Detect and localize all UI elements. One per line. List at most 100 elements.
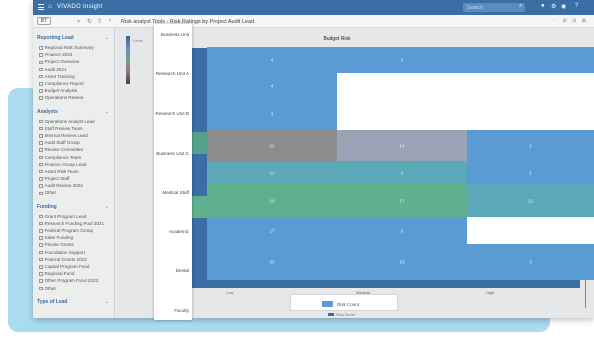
heatmap-cell[interactable]: 3 xyxy=(467,244,594,280)
sidebar-section-header[interactable]: Analysts ⌄ xyxy=(33,106,114,118)
heatmap-cell[interactable]: 22 xyxy=(207,130,337,161)
sidebar-checkbox-item[interactable]: Regional Fund xyxy=(33,270,114,277)
sidebar-checkbox-item[interactable]: Foundation Support xyxy=(33,249,114,256)
checkbox[interactable] xyxy=(39,250,43,255)
refresh-icon[interactable]: ↻ xyxy=(87,18,92,25)
checkbox[interactable] xyxy=(39,162,43,167)
sidebar-checkbox-item[interactable]: Project Overview xyxy=(33,58,114,65)
menu-icon[interactable] xyxy=(38,4,44,10)
sidebar-checkbox-item[interactable]: Grant Program Lead xyxy=(33,213,114,220)
sidebar-checkbox-item[interactable]: Other xyxy=(33,284,114,291)
checkbox[interactable] xyxy=(39,46,43,50)
heatmap-cell[interactable]: 2 xyxy=(467,130,594,161)
sidebar-checkbox-item[interactable]: Finance Group Lead xyxy=(33,161,114,168)
sidebar-checkbox-item[interactable]: Regional Risk Summary xyxy=(33,44,114,51)
sidebar-checkbox-item[interactable]: Capital Program Fund xyxy=(33,263,114,270)
sidebar-checkbox-item[interactable]: Audit 2021 xyxy=(33,66,114,73)
heatmap-cell[interactable]: 2 xyxy=(337,47,467,73)
checkbox[interactable] xyxy=(39,229,43,233)
sidebar-checkbox-item[interactable]: Research Funding Pool 2021 xyxy=(33,220,114,227)
chevron-down-icon[interactable]: ⌄ xyxy=(105,109,109,115)
search-icon[interactable]: ⌕ xyxy=(519,3,522,10)
sidebar-checkbox-item[interactable]: Audit Staff Group xyxy=(33,139,114,146)
checkbox[interactable] xyxy=(39,214,43,219)
help-icon[interactable]: ? xyxy=(575,3,578,9)
heatmap-cell[interactable]: 4 xyxy=(207,73,337,98)
heatmap-cell[interactable]: 1 xyxy=(467,161,594,184)
heatmap-cell[interactable]: 4 xyxy=(207,47,337,73)
heatmap-cell[interactable] xyxy=(467,217,594,244)
heatmap-cell[interactable]: 14 xyxy=(337,130,467,161)
checkbox[interactable] xyxy=(39,169,43,174)
checkbox[interactable] xyxy=(39,141,43,145)
sidebar-checkbox-item[interactable]: Compliance Report xyxy=(33,80,114,87)
sidebar-checkbox-item[interactable]: Review Committee xyxy=(33,146,114,153)
checkbox[interactable] xyxy=(39,119,43,124)
heatmap-cell[interactable]: 8 xyxy=(337,217,467,244)
heatmap-cell[interactable] xyxy=(467,73,594,98)
sidebar-section-header[interactable]: Funding ⌄ xyxy=(33,201,114,213)
checkbox[interactable] xyxy=(39,60,43,64)
checkbox[interactable] xyxy=(39,89,43,93)
sidebar-checkbox-item[interactable]: Budget Analysis xyxy=(33,87,114,94)
chevron-down-icon[interactable]: ⌄ xyxy=(105,204,109,210)
checkbox[interactable] xyxy=(39,184,43,188)
sidebar-checkbox-item[interactable]: Private Grants xyxy=(33,241,114,248)
sidebar-section-header[interactable]: Reporting Lead ⌄ xyxy=(33,32,114,44)
checkbox[interactable] xyxy=(39,272,43,276)
sidebar-checkbox-item[interactable]: Internal Review Lead xyxy=(33,132,114,139)
sidebar-checkbox-item[interactable]: Audit Review 2022 xyxy=(33,182,114,189)
sidebar-checkbox-item[interactable]: State Funding xyxy=(33,234,114,241)
heatmap-cell[interactable]: 11 xyxy=(207,161,337,184)
checkbox[interactable] xyxy=(39,126,43,131)
checkbox[interactable] xyxy=(39,177,43,181)
checkbox[interactable] xyxy=(39,236,43,240)
heatmap-cell[interactable]: 17 xyxy=(207,217,337,244)
heatmap-cell[interactable]: 23 xyxy=(337,244,467,280)
user-icon[interactable]: ● xyxy=(541,3,545,9)
chevron-down-icon[interactable]: ⌄ xyxy=(105,299,109,305)
sidebar-checkbox-item[interactable]: Finance 2022 xyxy=(33,51,114,58)
checkbox[interactable] xyxy=(39,148,43,152)
checkbox[interactable] xyxy=(39,191,43,195)
heatmap-cell[interactable]: 20 xyxy=(207,184,337,217)
sidebar-checkbox-item[interactable]: Asset Tracking xyxy=(33,73,114,80)
filter-icon[interactable]: ▿ xyxy=(77,18,80,25)
checkbox[interactable] xyxy=(39,279,43,283)
export-icon[interactable]: ⇪ xyxy=(97,18,102,25)
checkbox[interactable] xyxy=(39,221,43,226)
checkbox[interactable] xyxy=(39,134,43,138)
sidebar-checkbox-item[interactable]: Operations Review xyxy=(33,94,114,101)
heatmap-cell[interactable]: 5 xyxy=(337,161,467,184)
heatmap-cell[interactable] xyxy=(337,98,467,130)
home-icon[interactable]: ⌂ xyxy=(48,3,52,10)
heatmap-cell[interactable]: 3 xyxy=(207,98,337,130)
heatmap-cell[interactable]: 33 xyxy=(207,244,337,280)
back-button[interactable]: BT xyxy=(37,17,51,25)
checkbox[interactable] xyxy=(39,265,43,269)
heatmap-cell[interactable] xyxy=(337,73,467,98)
sidebar-checkbox-item[interactable]: Federal Grants 2022 xyxy=(33,256,114,263)
sidebar-checkbox-item[interactable]: Other Program Fund 2023 xyxy=(33,277,114,284)
checkbox[interactable] xyxy=(39,53,43,57)
sidebar-checkbox-item[interactable]: Project Staff xyxy=(33,175,114,182)
checkbox[interactable] xyxy=(39,257,43,262)
bell-icon[interactable]: ◉ xyxy=(561,3,566,10)
search-input[interactable]: Search xyxy=(463,3,525,12)
sidebar-checkbox-item[interactable]: Compliance Team xyxy=(33,153,114,160)
heatmap-cell[interactable]: 17 xyxy=(337,184,467,217)
checkbox[interactable] xyxy=(39,286,43,291)
checkbox[interactable] xyxy=(39,243,43,247)
collapse-icon[interactable]: ‹ xyxy=(109,18,111,24)
sidebar-checkbox-item[interactable]: Operations Analyst Lead xyxy=(33,118,114,125)
sidebar-checkbox-item[interactable]: Other xyxy=(33,189,114,196)
sidebar-section-header[interactable]: Type of Lead ⌄ xyxy=(33,296,114,308)
checkbox[interactable] xyxy=(39,96,43,100)
chevron-down-icon[interactable]: ⌄ xyxy=(105,35,109,41)
view-options-icons[interactable]: ⋯ ⊞ ⊟ ⊠ xyxy=(552,18,588,24)
checkbox[interactable] xyxy=(39,74,43,79)
heatmap-cell[interactable]: 13 xyxy=(467,184,594,217)
heatmap-cell[interactable] xyxy=(467,47,594,73)
sidebar-checkbox-item[interactable]: Federal Program Group xyxy=(33,227,114,234)
heatmap-cell[interactable] xyxy=(467,98,594,130)
